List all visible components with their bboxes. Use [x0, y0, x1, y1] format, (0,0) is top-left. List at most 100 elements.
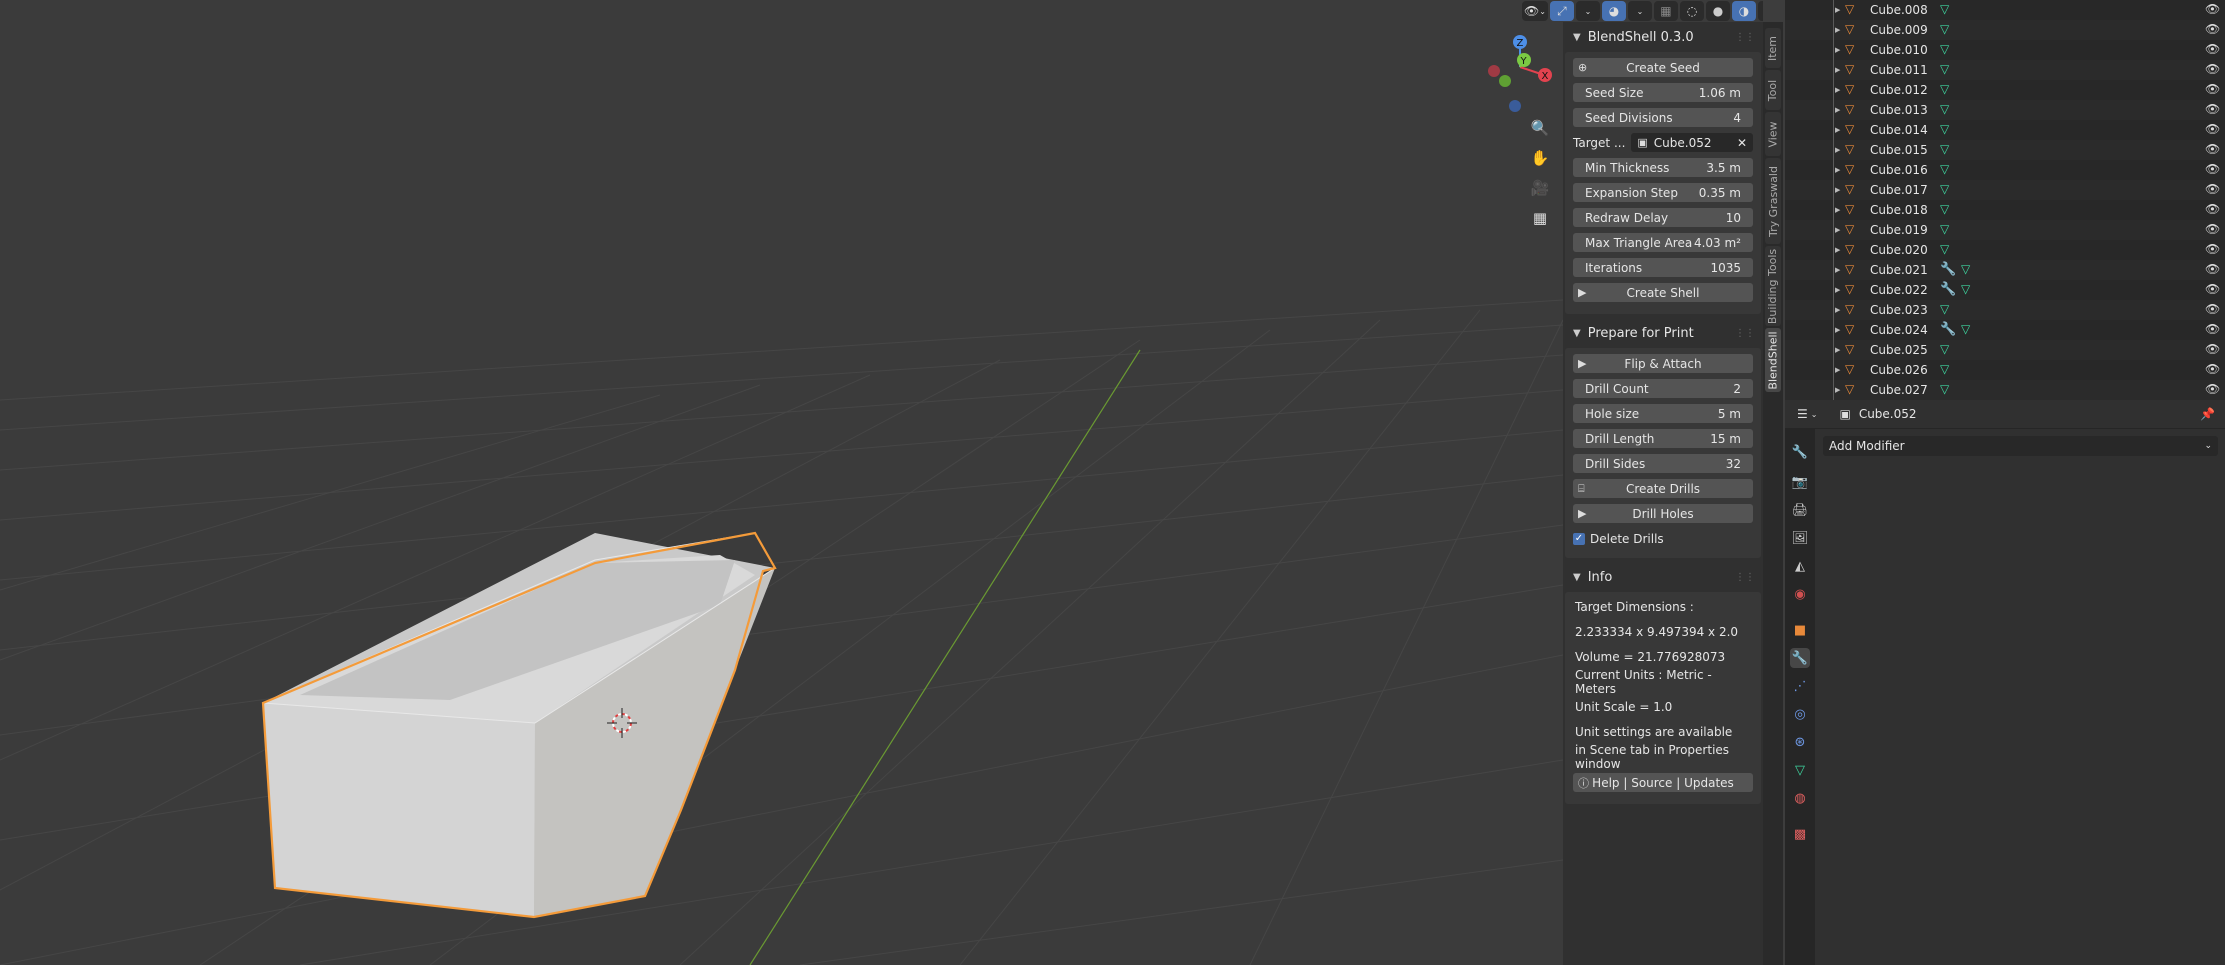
mesh-data-icon[interactable]: ▽	[1940, 42, 1949, 56]
modifier-wrench-icon[interactable]: 🔧	[1790, 648, 1810, 668]
navigation-gizmo[interactable]: Z X Y	[1488, 35, 1552, 112]
seed-divisions-field[interactable]: Seed Divisions 4	[1573, 108, 1753, 127]
visibility-eye-icon[interactable]: 👁	[2205, 322, 2220, 336]
outliner-row[interactable]: ▶ ▽ Cube.009 ▽ 👁	[1785, 20, 2225, 40]
zoom-icon[interactable]: 🔍	[1527, 115, 1553, 141]
expand-arrow-icon[interactable]: ▶	[1835, 206, 1840, 214]
3d-viewport[interactable]: Z X Y 👁⌄ ⤢ ⌄ ◕ ⌄ ▦ ◌ ● ◑ ◐ ⌄ 🔍 ✋ 🎥 ▦	[0, 0, 1763, 965]
shading-solid[interactable]: ●	[1705, 1, 1730, 21]
hole-size-field[interactable]: Hole size 5 m	[1573, 404, 1753, 423]
drag-handle-icon[interactable]: ⋮⋮	[1735, 572, 1755, 583]
help-button[interactable]: ⓘ Help | Source | Updates	[1573, 773, 1753, 792]
expansion-step-field[interactable]: Expansion Step 0.35 m	[1573, 183, 1753, 202]
outliner-row[interactable]: ▶ ▽ Cube.023 ▽ 👁	[1785, 300, 2225, 320]
visibility-eye-icon[interactable]: 👁	[2205, 22, 2220, 36]
outliner-row[interactable]: ▶ ▽ Cube.008 ▽ 👁	[1785, 0, 2225, 20]
shading-wireframe[interactable]: ◌	[1679, 1, 1704, 21]
expand-arrow-icon[interactable]: ▶	[1835, 126, 1840, 134]
visibility-eye-icon[interactable]: 👁	[2205, 142, 2220, 156]
mesh-data-icon[interactable]: ▽	[1940, 182, 1949, 196]
modifier-wrench-icon[interactable]: 🔧	[1940, 282, 1956, 297]
expand-arrow-icon[interactable]: ▶	[1835, 166, 1840, 174]
iterations-field[interactable]: Iterations 1035	[1573, 258, 1753, 277]
pin-icon[interactable]: 📌	[2200, 407, 2215, 421]
overlay-dropdown[interactable]: ⌄	[1627, 1, 1652, 21]
constraints-icon[interactable]: ⊛	[1790, 732, 1810, 752]
visibility-eye-icon[interactable]: 👁	[2205, 242, 2220, 256]
mesh-data-icon[interactable]: ▽	[1961, 282, 1970, 296]
visibility-dropdown[interactable]: 👁 ⌄	[1522, 1, 1548, 21]
outliner-row[interactable]: ▶ ▽ Cube.025 ▽ 👁	[1785, 340, 2225, 360]
expand-arrow-icon[interactable]: ▶	[1835, 266, 1840, 274]
expand-arrow-icon[interactable]: ▶	[1835, 326, 1840, 334]
visibility-eye-icon[interactable]: 👁	[2205, 362, 2220, 376]
mesh-data-icon[interactable]: ▽	[1940, 2, 1949, 16]
mesh-data-icon[interactable]: ▽	[1940, 202, 1949, 216]
target-object-field[interactable]: ▣ Cube.052 ✕	[1631, 133, 1753, 152]
outliner-row[interactable]: ▶ ▽ Cube.019 ▽ 👁	[1785, 220, 2225, 240]
clear-icon[interactable]: ✕	[1737, 136, 1747, 150]
create-shell-button[interactable]: ▶ Create Shell	[1573, 283, 1753, 302]
expand-arrow-icon[interactable]: ▶	[1835, 86, 1840, 94]
tab-blendshell[interactable]: BlendShell	[1765, 328, 1781, 392]
drill-count-field[interactable]: Drill Count 2	[1573, 379, 1753, 398]
overlay-toggle[interactable]: ◕	[1601, 1, 1626, 21]
visibility-eye-icon[interactable]: 👁	[2205, 182, 2220, 196]
hand-pan-icon[interactable]: ✋	[1527, 145, 1553, 171]
mesh-data-icon[interactable]: ▽	[1961, 322, 1970, 336]
blendshell-panel-header[interactable]: ▼ BlendShell 0.3.0 ⋮⋮	[1563, 22, 1763, 52]
outliner-row[interactable]: ▶ ▽ Cube.016 ▽ 👁	[1785, 160, 2225, 180]
visibility-eye-icon[interactable]: 👁	[2205, 222, 2220, 236]
visibility-eye-icon[interactable]: 👁	[2205, 262, 2220, 276]
gizmo-toggle[interactable]: ⤢	[1549, 1, 1574, 21]
visibility-eye-icon[interactable]: 👁	[2205, 282, 2220, 296]
visibility-eye-icon[interactable]: 👁	[2205, 102, 2220, 116]
expand-arrow-icon[interactable]: ▶	[1835, 46, 1840, 54]
outliner-row[interactable]: ▶ ▽ Cube.022 🔧 ▽ 👁	[1785, 280, 2225, 300]
visibility-eye-icon[interactable]: 👁	[2205, 122, 2220, 136]
gizmo-dropdown[interactable]: ⌄	[1575, 1, 1600, 21]
outliner-row[interactable]: ▶ ▽ Cube.020 ▽ 👁	[1785, 240, 2225, 260]
visibility-eye-icon[interactable]: 👁	[2205, 382, 2220, 396]
outliner-row[interactable]: ▶ ▽ Cube.015 ▽ 👁	[1785, 140, 2225, 160]
drag-handle-icon[interactable]: ⋮⋮	[1735, 32, 1755, 43]
particles-icon[interactable]: ⋰	[1790, 676, 1810, 696]
expand-arrow-icon[interactable]: ▶	[1835, 246, 1840, 254]
outliner-row[interactable]: ▶ ▽ Cube.021 🔧 ▽ 👁	[1785, 260, 2225, 280]
visibility-eye-icon[interactable]: 👁	[2205, 42, 2220, 56]
outliner-row[interactable]: ▶ ▽ Cube.013 ▽ 👁	[1785, 100, 2225, 120]
create-drills-button[interactable]: ⌸ Create Drills	[1573, 479, 1753, 498]
expand-arrow-icon[interactable]: ▶	[1835, 346, 1840, 354]
visibility-eye-icon[interactable]: 👁	[2205, 302, 2220, 316]
camera-icon[interactable]: 🎥	[1527, 175, 1553, 201]
outliner-row[interactable]: ▶ ▽ Cube.017 ▽ 👁	[1785, 180, 2225, 200]
mesh-data-icon[interactable]: ▽	[1940, 62, 1949, 76]
mesh-data-icon[interactable]: ▽	[1940, 242, 1949, 256]
flip-attach-button[interactable]: ▶ Flip & Attach	[1573, 354, 1753, 373]
mesh-data-icon[interactable]: ▽	[1940, 302, 1949, 316]
expand-arrow-icon[interactable]: ▶	[1835, 146, 1840, 154]
tab-try-graswald[interactable]: Try Graswald	[1765, 158, 1781, 244]
expand-arrow-icon[interactable]: ▶	[1835, 366, 1840, 374]
expand-arrow-icon[interactable]: ▶	[1835, 286, 1840, 294]
mesh-data-icon[interactable]: ▽	[1790, 760, 1810, 780]
expand-arrow-icon[interactable]: ▶	[1835, 226, 1840, 234]
drill-length-field[interactable]: Drill Length 15 m	[1573, 429, 1753, 448]
outliner-row[interactable]: ▶ ▽ Cube.014 ▽ 👁	[1785, 120, 2225, 140]
material-icon[interactable]: ◍	[1790, 788, 1810, 808]
render-icon[interactable]: 📷	[1790, 472, 1810, 492]
prepare-panel-header[interactable]: ▼ Prepare for Print ⋮⋮	[1563, 318, 1763, 348]
mesh-data-icon[interactable]: ▽	[1961, 262, 1970, 276]
expand-arrow-icon[interactable]: ▶	[1835, 26, 1840, 34]
expand-arrow-icon[interactable]: ▶	[1835, 66, 1840, 74]
mesh-data-icon[interactable]: ▽	[1940, 362, 1949, 376]
editor-type-dropdown[interactable]: ☰ ⌄	[1797, 407, 1817, 421]
expand-arrow-icon[interactable]: ▶	[1835, 186, 1840, 194]
visibility-eye-icon[interactable]: 👁	[2205, 342, 2220, 356]
modifier-wrench-icon[interactable]: 🔧	[1940, 322, 1956, 337]
visibility-eye-icon[interactable]: 👁	[2205, 82, 2220, 96]
object-icon[interactable]: ■	[1790, 620, 1810, 640]
mesh-data-icon[interactable]: ▽	[1940, 142, 1949, 156]
outliner-row[interactable]: ▶ ▽ Cube.027 ▽ 👁	[1785, 380, 2225, 400]
tab-tool[interactable]: Tool	[1765, 70, 1781, 110]
